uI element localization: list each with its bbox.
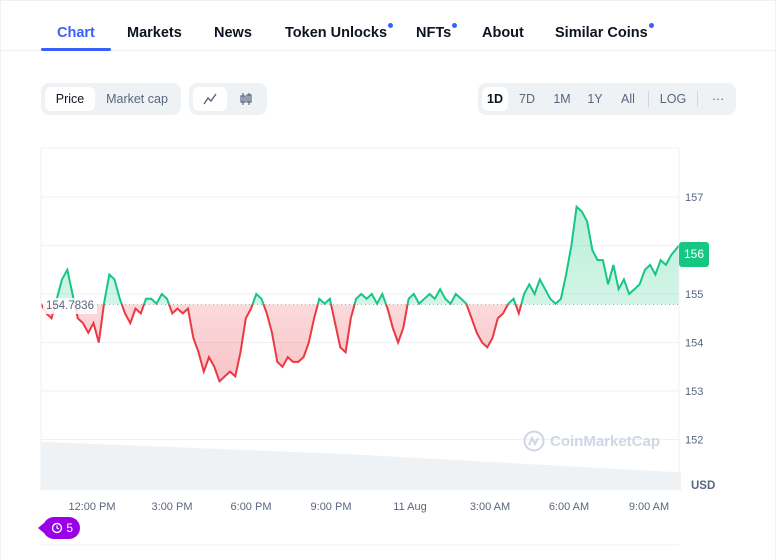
volume-bar — [291, 452, 301, 490]
volume-bar — [461, 460, 471, 490]
volume-bar — [251, 450, 261, 490]
volume-bar — [581, 467, 591, 490]
watermark: CoinMarketCap — [523, 430, 660, 452]
volume-bar — [371, 455, 381, 490]
volume-bar — [101, 444, 111, 490]
volume-bar — [621, 469, 631, 490]
volume-bar — [521, 463, 531, 490]
volume-bar — [651, 471, 661, 490]
volume-bar — [411, 457, 421, 490]
volume-bar — [81, 443, 91, 490]
volume-bar — [451, 460, 461, 490]
coinmarketcap-logo-icon — [523, 430, 545, 452]
volume-bar — [191, 448, 201, 490]
volume-bar — [571, 466, 581, 490]
volume-bar — [241, 450, 251, 490]
volume-bar — [71, 443, 81, 490]
x-tick-label: 9:00 AM — [629, 501, 669, 513]
volume-bar — [141, 446, 151, 490]
volume-bar — [491, 462, 501, 490]
volume-bar — [661, 471, 671, 490]
volume-bar — [361, 455, 371, 490]
watermark-text: CoinMarketCap — [550, 432, 661, 450]
volume-bar — [201, 448, 211, 490]
x-tick-label: 6:00 PM — [231, 501, 272, 513]
volume-bar — [551, 465, 561, 490]
volume-bar — [61, 442, 71, 490]
price-chart[interactable]: 157 156 155 154 153 152 12:00 PM 3:00 PM 6:00 P… — [1, 0, 776, 560]
volume-bar — [501, 462, 511, 490]
volume-bar — [431, 458, 441, 490]
volume-bar — [481, 461, 491, 490]
volume-bar — [421, 458, 431, 490]
x-tick-label: 3:00 AM — [470, 501, 510, 513]
volume-bar — [261, 450, 271, 490]
volume-bar — [511, 463, 521, 490]
volume-bar — [51, 442, 61, 490]
y-tick-label: 155 — [685, 289, 703, 301]
current-price-label: 156 — [679, 242, 709, 267]
volume-bar — [471, 461, 481, 490]
chart-panel: Chart Markets News Token Unlocks NFTs About Si… — [0, 0, 776, 560]
volume-bar — [151, 446, 161, 490]
x-tick-label: 9:00 PM — [311, 501, 352, 513]
history-icon — [51, 522, 63, 534]
y-tick-label: 157 — [685, 192, 703, 204]
volume-bar — [181, 447, 191, 490]
volume-bar — [281, 451, 291, 490]
volume-bar — [221, 449, 231, 490]
volume-bar — [401, 457, 411, 490]
volume-bar — [381, 456, 391, 490]
events-badge[interactable]: 5 — [38, 517, 80, 539]
baseline-price-label: 154.7836 — [43, 298, 97, 314]
volume-bar — [271, 451, 281, 490]
volume-bar — [601, 468, 611, 490]
volume-bar — [591, 467, 601, 490]
volume-bar — [161, 446, 171, 490]
volume-bar — [211, 448, 221, 490]
volume-bar — [171, 447, 181, 490]
currency-label: USD — [691, 480, 716, 492]
volume-bar — [231, 449, 241, 490]
volume-bar — [121, 445, 131, 490]
volume-bar — [391, 456, 401, 490]
volume-bar — [561, 466, 571, 490]
y-tick-label: 152 — [685, 435, 703, 447]
volume-bar — [541, 465, 551, 490]
volume-bar — [441, 459, 451, 490]
volume-bar — [531, 464, 541, 490]
x-tick-label: 6:00 AM — [549, 501, 589, 513]
volume-bar — [331, 453, 341, 490]
x-tick-label: 3:00 PM — [152, 501, 193, 513]
volume-bar — [631, 469, 641, 490]
volume-bar — [91, 444, 101, 490]
volume-bar — [341, 454, 351, 490]
events-count: 5 — [66, 521, 74, 535]
volume-bar — [641, 470, 651, 490]
volume-bar — [311, 452, 321, 490]
y-tick-label: 153 — [685, 386, 703, 398]
volume-bar — [321, 453, 331, 490]
volume-bar — [41, 442, 51, 490]
volume-bar — [131, 445, 141, 490]
volume-bar — [301, 452, 311, 490]
volume-bar — [351, 454, 361, 490]
volume-bar — [111, 444, 121, 490]
y-tick-label: 154 — [685, 338, 703, 350]
x-tick-label: 11 Aug — [393, 501, 426, 513]
volume-bar — [611, 468, 621, 490]
x-tick-label: 12:00 PM — [68, 501, 115, 513]
